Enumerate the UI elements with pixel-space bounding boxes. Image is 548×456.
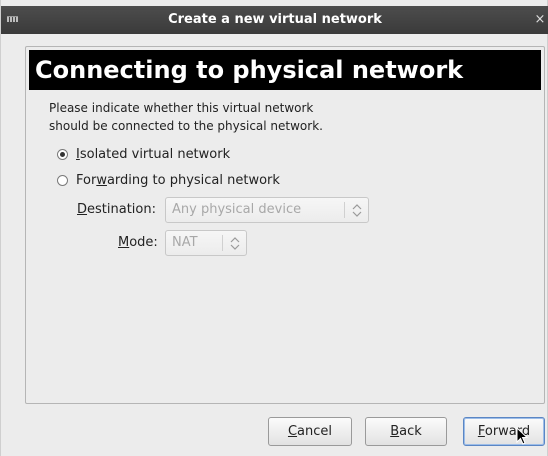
updown-arrows-icon-glyph <box>352 204 362 217</box>
description-line-1: Please indicate whether this virtual net… <box>49 101 314 115</box>
mode-label-rest: ode: <box>129 235 158 250</box>
page-banner: Connecting to physical network <box>29 50 541 90</box>
radio-isolated-indicator[interactable] <box>57 148 68 160</box>
destination-select-value: Any physical device <box>172 202 302 217</box>
radio-isolated-label: Isolated virtual network <box>76 147 230 162</box>
forward-button-mnemonic: F <box>477 424 485 439</box>
updown-arrows-icon <box>226 231 244 255</box>
mouse-pointer-icon <box>516 426 530 447</box>
destination-select[interactable]: Any physical device <box>165 197 369 223</box>
updown-arrows-icon <box>348 198 366 222</box>
radio-forwarding-label: Forwarding to physical network <box>76 173 280 188</box>
page-title: Connecting to physical network <box>35 56 464 84</box>
destination-label-mnemonic: D <box>77 202 88 217</box>
destination-label: Destination: <box>77 197 156 223</box>
description-text: Please indicate whether this virtual net… <box>49 99 323 135</box>
cancel-button-label: ancel <box>297 424 333 439</box>
back-button[interactable]: Back <box>365 417 447 446</box>
radio-forwarding-network[interactable]: Forwarding to physical network <box>57 171 280 189</box>
back-button-label: ack <box>399 424 422 439</box>
mode-select-value: NAT <box>172 235 198 250</box>
title-bar[interactable]: Create a new virtual network × <box>1 6 548 34</box>
window-title: Create a new virtual network <box>168 12 382 27</box>
forward-button[interactable]: Forward <box>463 417 545 446</box>
dialog-window: Create a new virtual network × Connectin… <box>0 0 548 456</box>
radio-forwarding-indicator[interactable] <box>57 174 68 186</box>
mouse-pointer-icon-glyph <box>516 426 529 445</box>
radio-isolated-label-rest: solated virtual network <box>79 146 231 162</box>
mode-label-mnemonic: M <box>118 235 130 250</box>
radio-forwarding-label-rest: arding to physical network <box>106 172 280 188</box>
mode-select-separator <box>222 235 223 251</box>
cancel-button[interactable]: Cancel <box>268 417 352 446</box>
mode-label: Mode: <box>118 230 158 256</box>
updown-arrows-icon-glyph <box>230 237 240 250</box>
radio-forwarding-mnemonic: w <box>96 172 107 188</box>
radio-isolated-network[interactable]: Isolated virtual network <box>57 145 230 163</box>
destination-select-separator <box>344 202 345 218</box>
mode-select[interactable]: NAT <box>165 230 247 256</box>
close-icon[interactable]: × <box>533 6 547 34</box>
destination-label-rest: estination: <box>87 202 156 217</box>
back-button-mnemonic: B <box>390 424 400 439</box>
radio-forwarding-label-pre: For <box>76 172 97 188</box>
description-line-2: should be connected to the physical netw… <box>49 119 323 133</box>
cancel-button-mnemonic: C <box>287 424 298 439</box>
